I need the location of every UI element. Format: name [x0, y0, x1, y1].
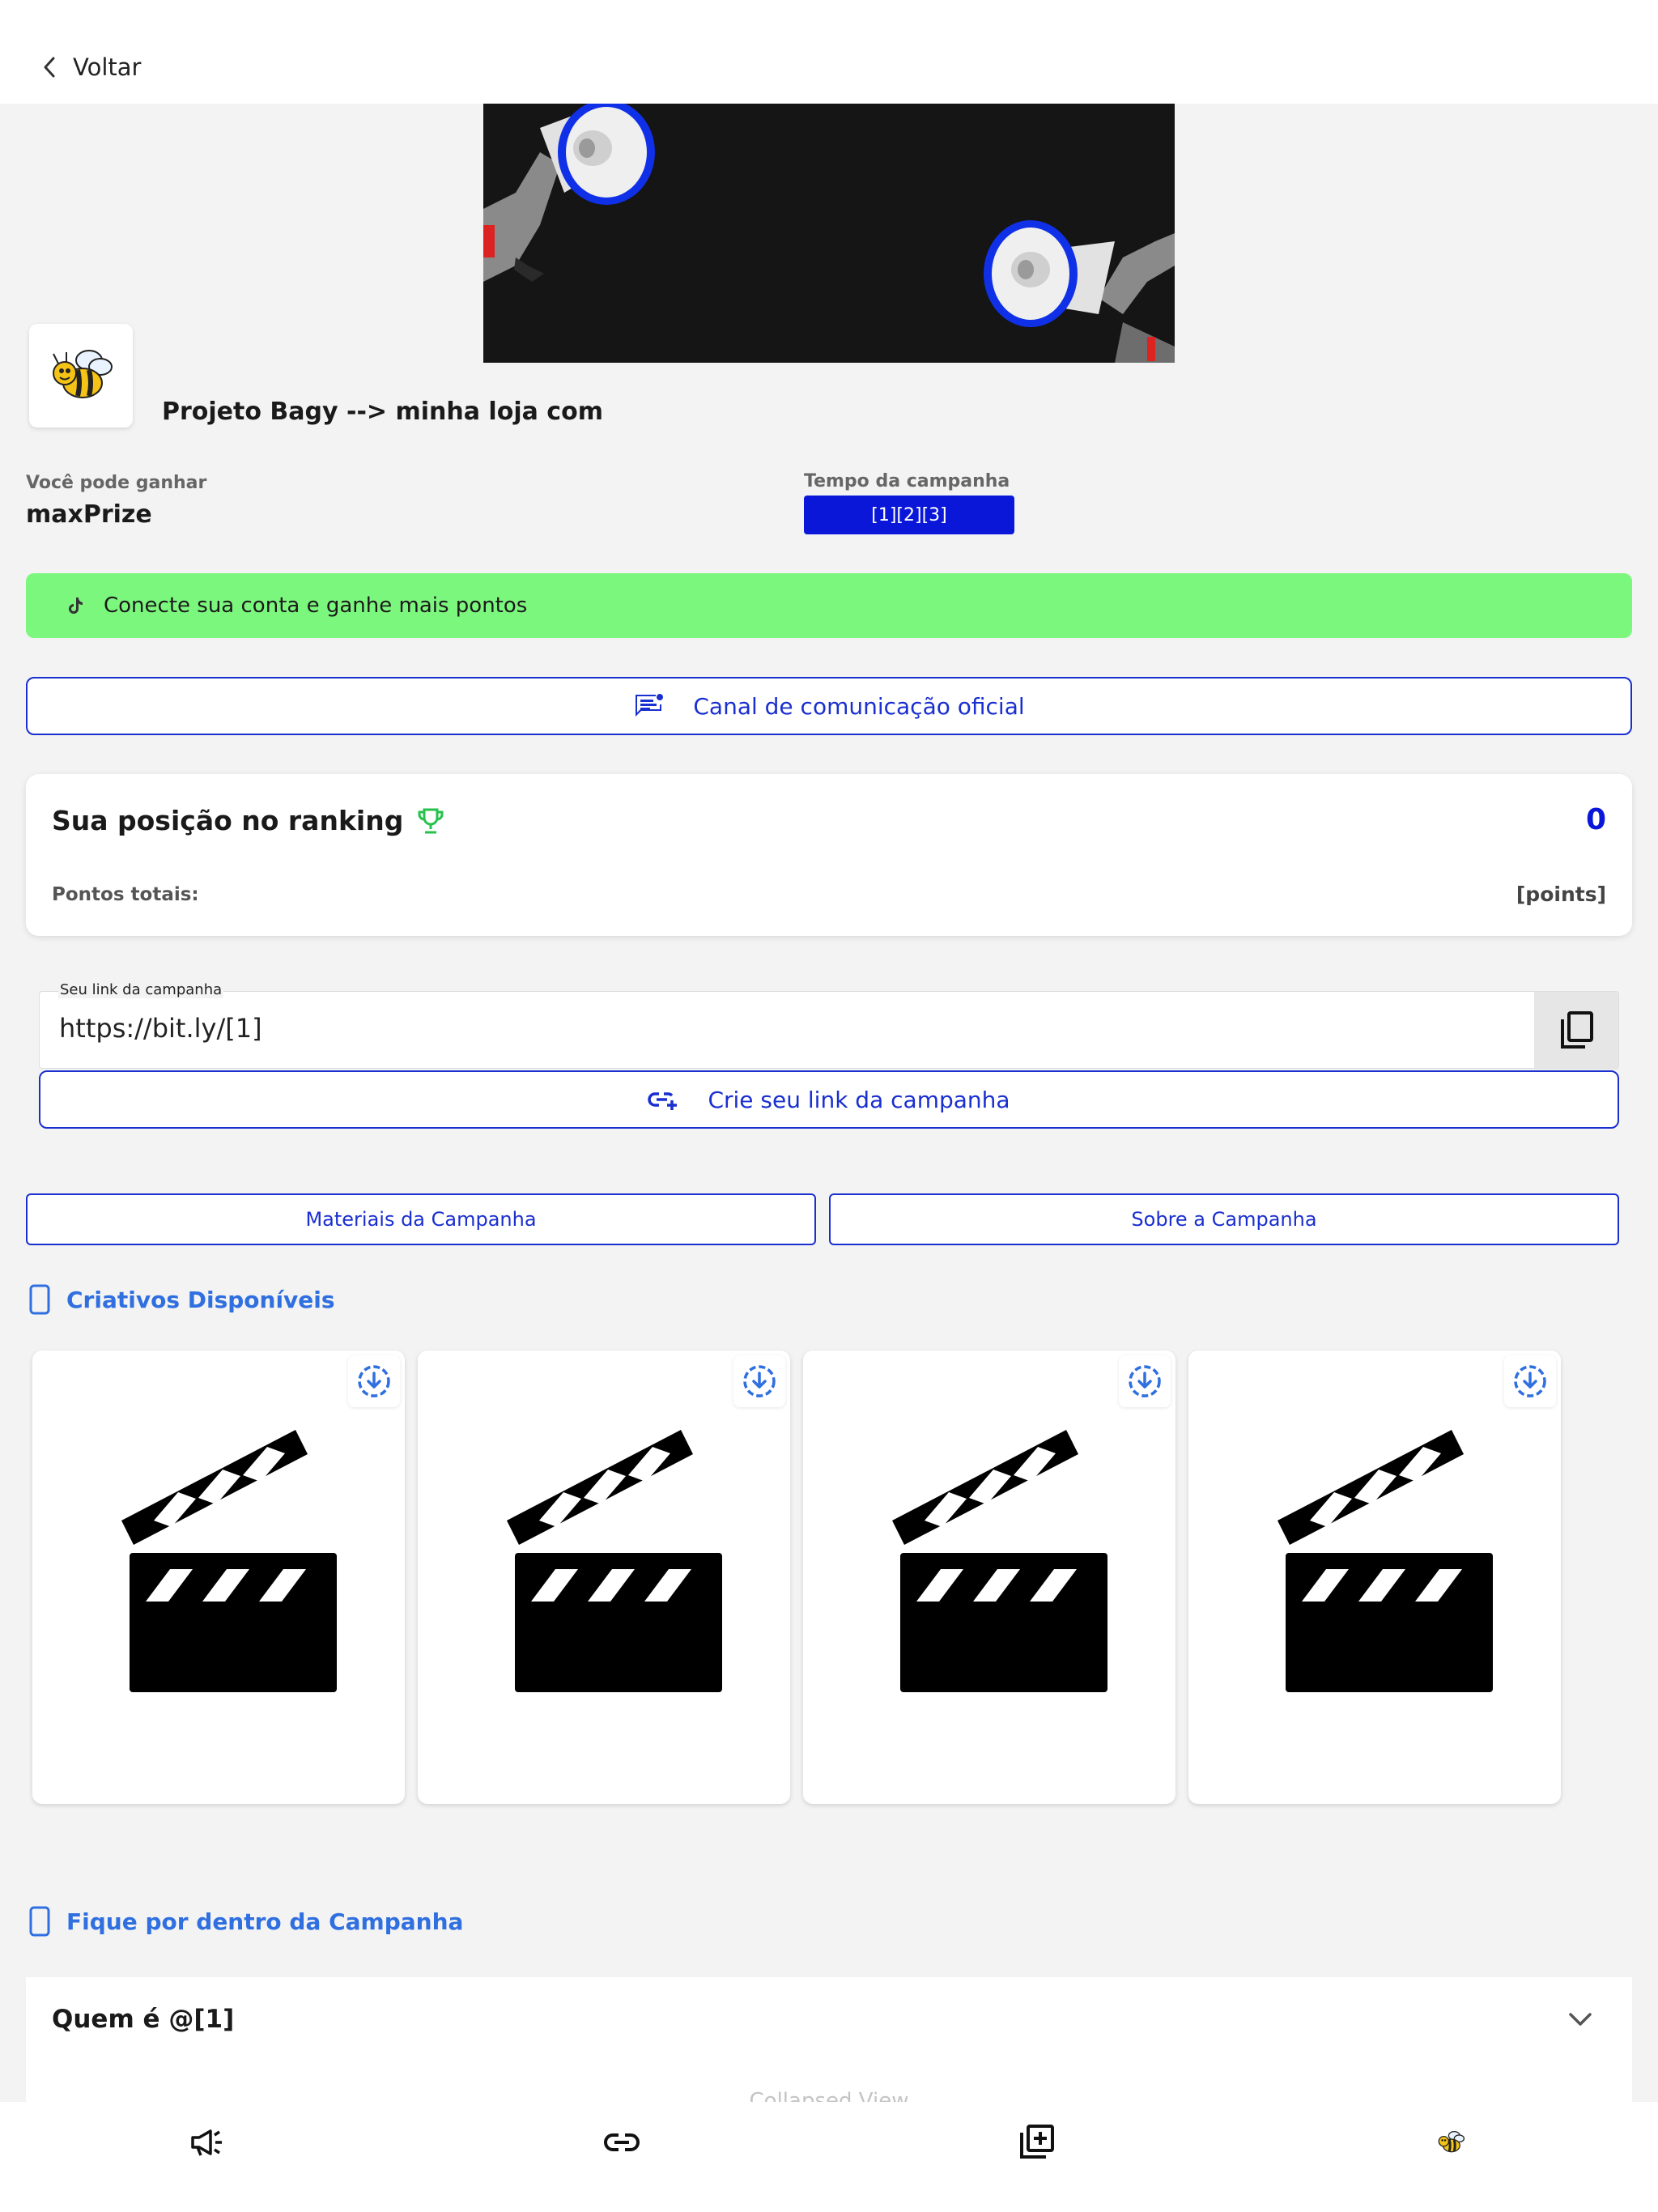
ranking-position: 0	[1585, 803, 1606, 836]
official-channel-button[interactable]: Canal de comunicação oficial	[26, 677, 1632, 735]
video-clapperboard-icon	[892, 1430, 1107, 1692]
download-icon	[358, 1365, 390, 1397]
chevron-left-icon	[44, 57, 55, 78]
total-points-label: Pontos totais:	[52, 884, 199, 905]
phone-icon	[29, 1284, 50, 1315]
connect-account-label: Conecte sua conta e ganhe mais pontos	[104, 593, 528, 618]
campaign-banner	[483, 104, 1175, 363]
ranking-card: Sua posição no ranking 0 Pontos totais: …	[26, 774, 1632, 936]
connect-account-button[interactable]: Conecte sua conta e ganhe mais pontos	[26, 573, 1632, 638]
creatives-title: Criativos Disponíveis	[66, 1286, 335, 1313]
project-logo	[29, 324, 133, 428]
nav-add[interactable]	[829, 2102, 1244, 2212]
campaign-info-section-title: Fique por dentro da Campanha	[29, 1906, 463, 1937]
tab-campaign-materials[interactable]: Materiais da Campanha	[26, 1193, 816, 1245]
add-link-icon	[648, 1092, 678, 1110]
video-clapperboard-icon	[1278, 1430, 1493, 1692]
copy-icon	[1561, 1011, 1593, 1049]
megaphone-icon	[191, 2129, 222, 2156]
download-button[interactable]	[1119, 1355, 1171, 1407]
download-button[interactable]	[1504, 1355, 1556, 1407]
total-points-value: [points]	[1516, 883, 1606, 906]
faq-question: Quem é @[1]	[52, 2005, 235, 2034]
chevron-down-icon[interactable]	[1567, 2011, 1593, 2029]
tab-about-campaign-label: Sobre a Campanha	[1131, 1208, 1317, 1231]
top-bar: Voltar	[0, 0, 1658, 104]
download-button[interactable]	[348, 1355, 400, 1407]
create-link-label: Crie seu link da campanha	[708, 1086, 1010, 1113]
creative-card[interactable]	[803, 1351, 1175, 1804]
official-channel-label: Canal de comunicação oficial	[693, 692, 1025, 720]
ranking-title-text: Sua posição no ranking	[52, 805, 404, 836]
tab-about-campaign[interactable]: Sobre a Campanha	[829, 1193, 1619, 1245]
campaign-link-label: Seu link da campanha	[58, 981, 224, 998]
download-icon	[1129, 1365, 1161, 1397]
bottom-navigation	[0, 2102, 1658, 2212]
project-name: Projeto Bagy --> minha loja com	[162, 398, 603, 426]
nav-profile[interactable]	[1244, 2102, 1658, 2212]
download-icon	[743, 1365, 776, 1397]
download-icon	[1514, 1365, 1546, 1397]
creatives-section-title: Criativos Disponíveis	[29, 1284, 335, 1315]
bee-logo-icon	[53, 350, 113, 398]
campaign-link-field[interactable]: https://bit.ly/[1]	[39, 991, 1619, 1070]
phone-icon	[29, 1906, 50, 1937]
nav-campaigns[interactable]	[0, 2102, 414, 2212]
campaign-time-label: Tempo da campanha	[804, 471, 1010, 491]
copy-link-button[interactable]	[1534, 992, 1618, 1070]
creative-card[interactable]	[1188, 1351, 1561, 1804]
link-icon	[604, 2133, 640, 2151]
campaign-time-badge: [1][2][3]	[804, 496, 1014, 534]
prize-label: Você pode ganhar	[26, 473, 207, 493]
creative-card[interactable]	[418, 1351, 790, 1804]
back-label: Voltar	[73, 53, 142, 81]
ranking-title: Sua posição no ranking	[52, 805, 445, 836]
campaign-link-url: https://bit.ly/[1]	[59, 1013, 262, 1044]
nav-links[interactable]	[414, 2102, 829, 2212]
campaign-info-title: Fique por dentro da Campanha	[66, 1908, 464, 1935]
creative-card[interactable]	[32, 1351, 405, 1804]
trophy-icon	[418, 808, 444, 833]
tab-campaign-materials-label: Materiais da Campanha	[305, 1208, 537, 1231]
megaphone-banner-image	[483, 104, 1175, 363]
announcement-icon	[636, 694, 664, 717]
add-box-icon	[1020, 2125, 1054, 2159]
video-clapperboard-icon	[121, 1430, 337, 1692]
create-link-button[interactable]: Crie seu link da campanha	[39, 1070, 1619, 1129]
bee-icon	[1438, 2130, 1465, 2153]
tiktok-icon	[69, 598, 83, 614]
prize-value: maxPrize	[26, 500, 152, 529]
download-button[interactable]	[733, 1355, 785, 1407]
back-button[interactable]: Voltar	[40, 53, 141, 81]
video-clapperboard-icon	[507, 1430, 722, 1692]
